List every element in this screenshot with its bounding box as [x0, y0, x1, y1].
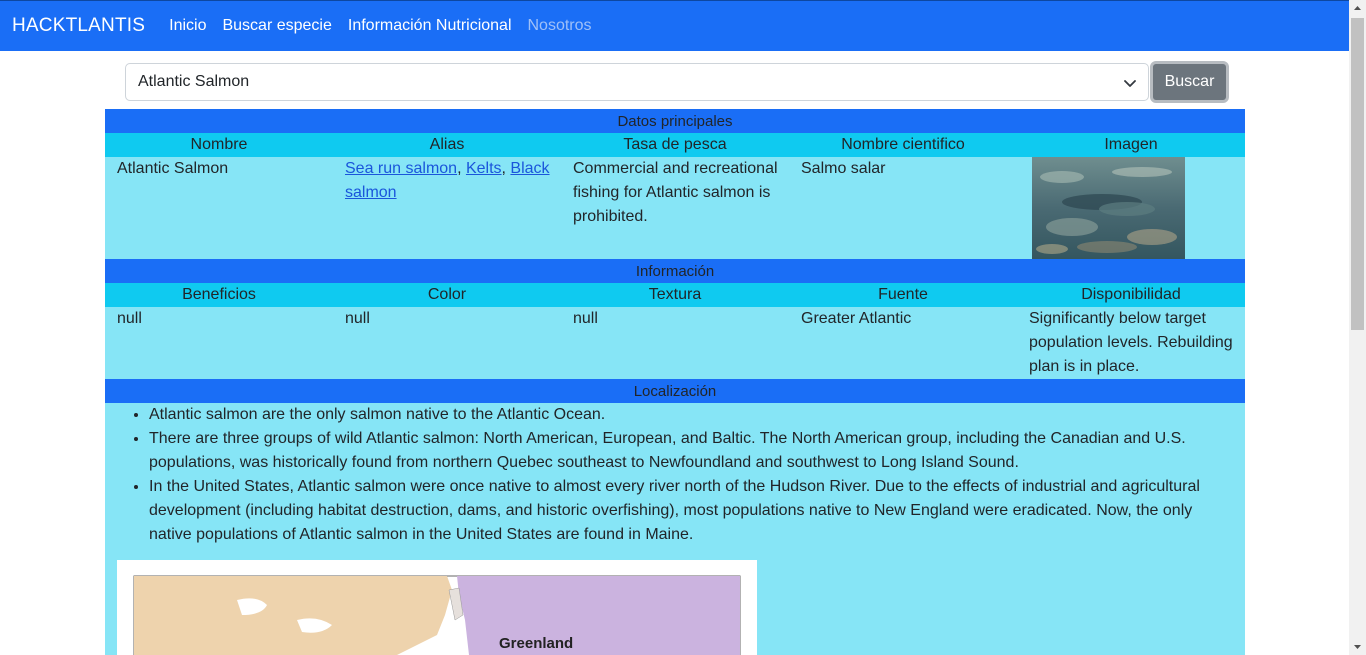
navbar: HACKTLANTIS Inicio Buscar especie Inform…: [0, 0, 1349, 51]
page-content: HACKTLANTIS Inicio Buscar especie Inform…: [0, 0, 1349, 655]
scrollbar-thumb[interactable]: [1351, 18, 1364, 330]
cell-color: null: [345, 310, 370, 327]
section-header-informacion: Información: [105, 259, 1245, 283]
nav-link-inicio[interactable]: Inicio: [169, 17, 206, 35]
nav-link-informacion-nutricional[interactable]: Información Nutricional: [348, 17, 512, 35]
cell-alias: Sea run salmon, Kelts, Black salmon: [345, 160, 550, 201]
col-header-disponibilidad: Disponibilidad: [1081, 286, 1181, 303]
species-select-value: Atlantic Salmon: [138, 73, 250, 90]
col-header-imagen: Imagen: [1104, 136, 1158, 153]
localizacion-list: Atlantic salmon are the only salmon nati…: [105, 403, 1245, 547]
search-row: Atlantic Salmon Buscar: [125, 61, 1229, 103]
informacion-row: null null null Greater Atlantic Signific…: [105, 307, 1245, 379]
cell-nombre: Atlantic Salmon: [117, 160, 229, 177]
list-item: There are three groups of wild Atlantic …: [149, 427, 1205, 475]
list-item: In the United States, Atlantic salmon we…: [149, 475, 1205, 547]
cell-imagen: [1017, 157, 1245, 259]
cell-cientifico: Salmo salar: [801, 160, 886, 177]
principal-table: Datos principales Nombre Alias Tasa de p…: [105, 109, 1245, 259]
vertical-scrollbar[interactable]: [1349, 0, 1366, 655]
cell-tasa: Commercial and recreational fishing for …: [573, 160, 778, 225]
browser-viewport: HACKTLANTIS Inicio Buscar especie Inform…: [0, 0, 1366, 655]
scroll-up-arrow-icon[interactable]: [1353, 4, 1362, 13]
col-header-alias: Alias: [429, 136, 465, 153]
section-header-localizacion: Localización: [105, 379, 1245, 403]
brand-logo[interactable]: HACKTLANTIS: [12, 15, 145, 37]
col-header-fuente: Fuente: [878, 286, 928, 303]
cell-beneficios: null: [117, 310, 142, 327]
col-header-cientifico: Nombre cientifico: [841, 136, 965, 153]
cell-disponibilidad: Significantly below target population le…: [1029, 310, 1233, 375]
search-button[interactable]: Buscar: [1150, 61, 1229, 103]
col-header-color: Color: [427, 286, 467, 303]
map-label-greenland: Greenland: [499, 635, 573, 652]
principal-column-headers: Nombre Alias Tasa de pesca Nombre cienti…: [105, 133, 1245, 157]
scroll-down-arrow-icon[interactable]: [1353, 642, 1362, 651]
list-item: Atlantic salmon are the only salmon nati…: [149, 403, 1205, 427]
localizacion-section: Localización Atlantic salmon are the onl…: [105, 379, 1245, 655]
species-select[interactable]: Atlantic Salmon: [125, 63, 1149, 101]
col-header-tasa: Tasa de pesca: [623, 136, 727, 153]
section-header-principal: Datos principales: [105, 109, 1245, 133]
distribution-map: Greenland: [117, 560, 757, 655]
nav-link-buscar-especie[interactable]: Buscar especie: [222, 17, 331, 35]
nav-link-nosotros[interactable]: Nosotros: [528, 17, 592, 35]
alias-link-sea-run-salmon[interactable]: Sea run salmon: [345, 160, 457, 177]
map-graphic: Greenland: [133, 575, 741, 655]
informacion-table: Información Beneficios Color Textura Fue…: [105, 259, 1245, 379]
informacion-column-headers: Beneficios Color Textura Fuente Disponib…: [105, 283, 1245, 307]
salmon-photo: [1032, 157, 1185, 259]
alias-link-kelts[interactable]: Kelts: [466, 160, 502, 177]
localizacion-body: Atlantic salmon are the only salmon nati…: [105, 403, 1245, 655]
cell-textura: null: [573, 310, 598, 327]
col-header-textura: Textura: [648, 286, 702, 303]
principal-row: Atlantic Salmon Sea run salmon, Kelts, B…: [105, 157, 1245, 259]
col-header-beneficios: Beneficios: [182, 286, 256, 303]
cell-fuente: Greater Atlantic: [801, 310, 912, 327]
chevron-down-icon: [1124, 80, 1136, 87]
col-header-nombre: Nombre: [190, 136, 248, 153]
